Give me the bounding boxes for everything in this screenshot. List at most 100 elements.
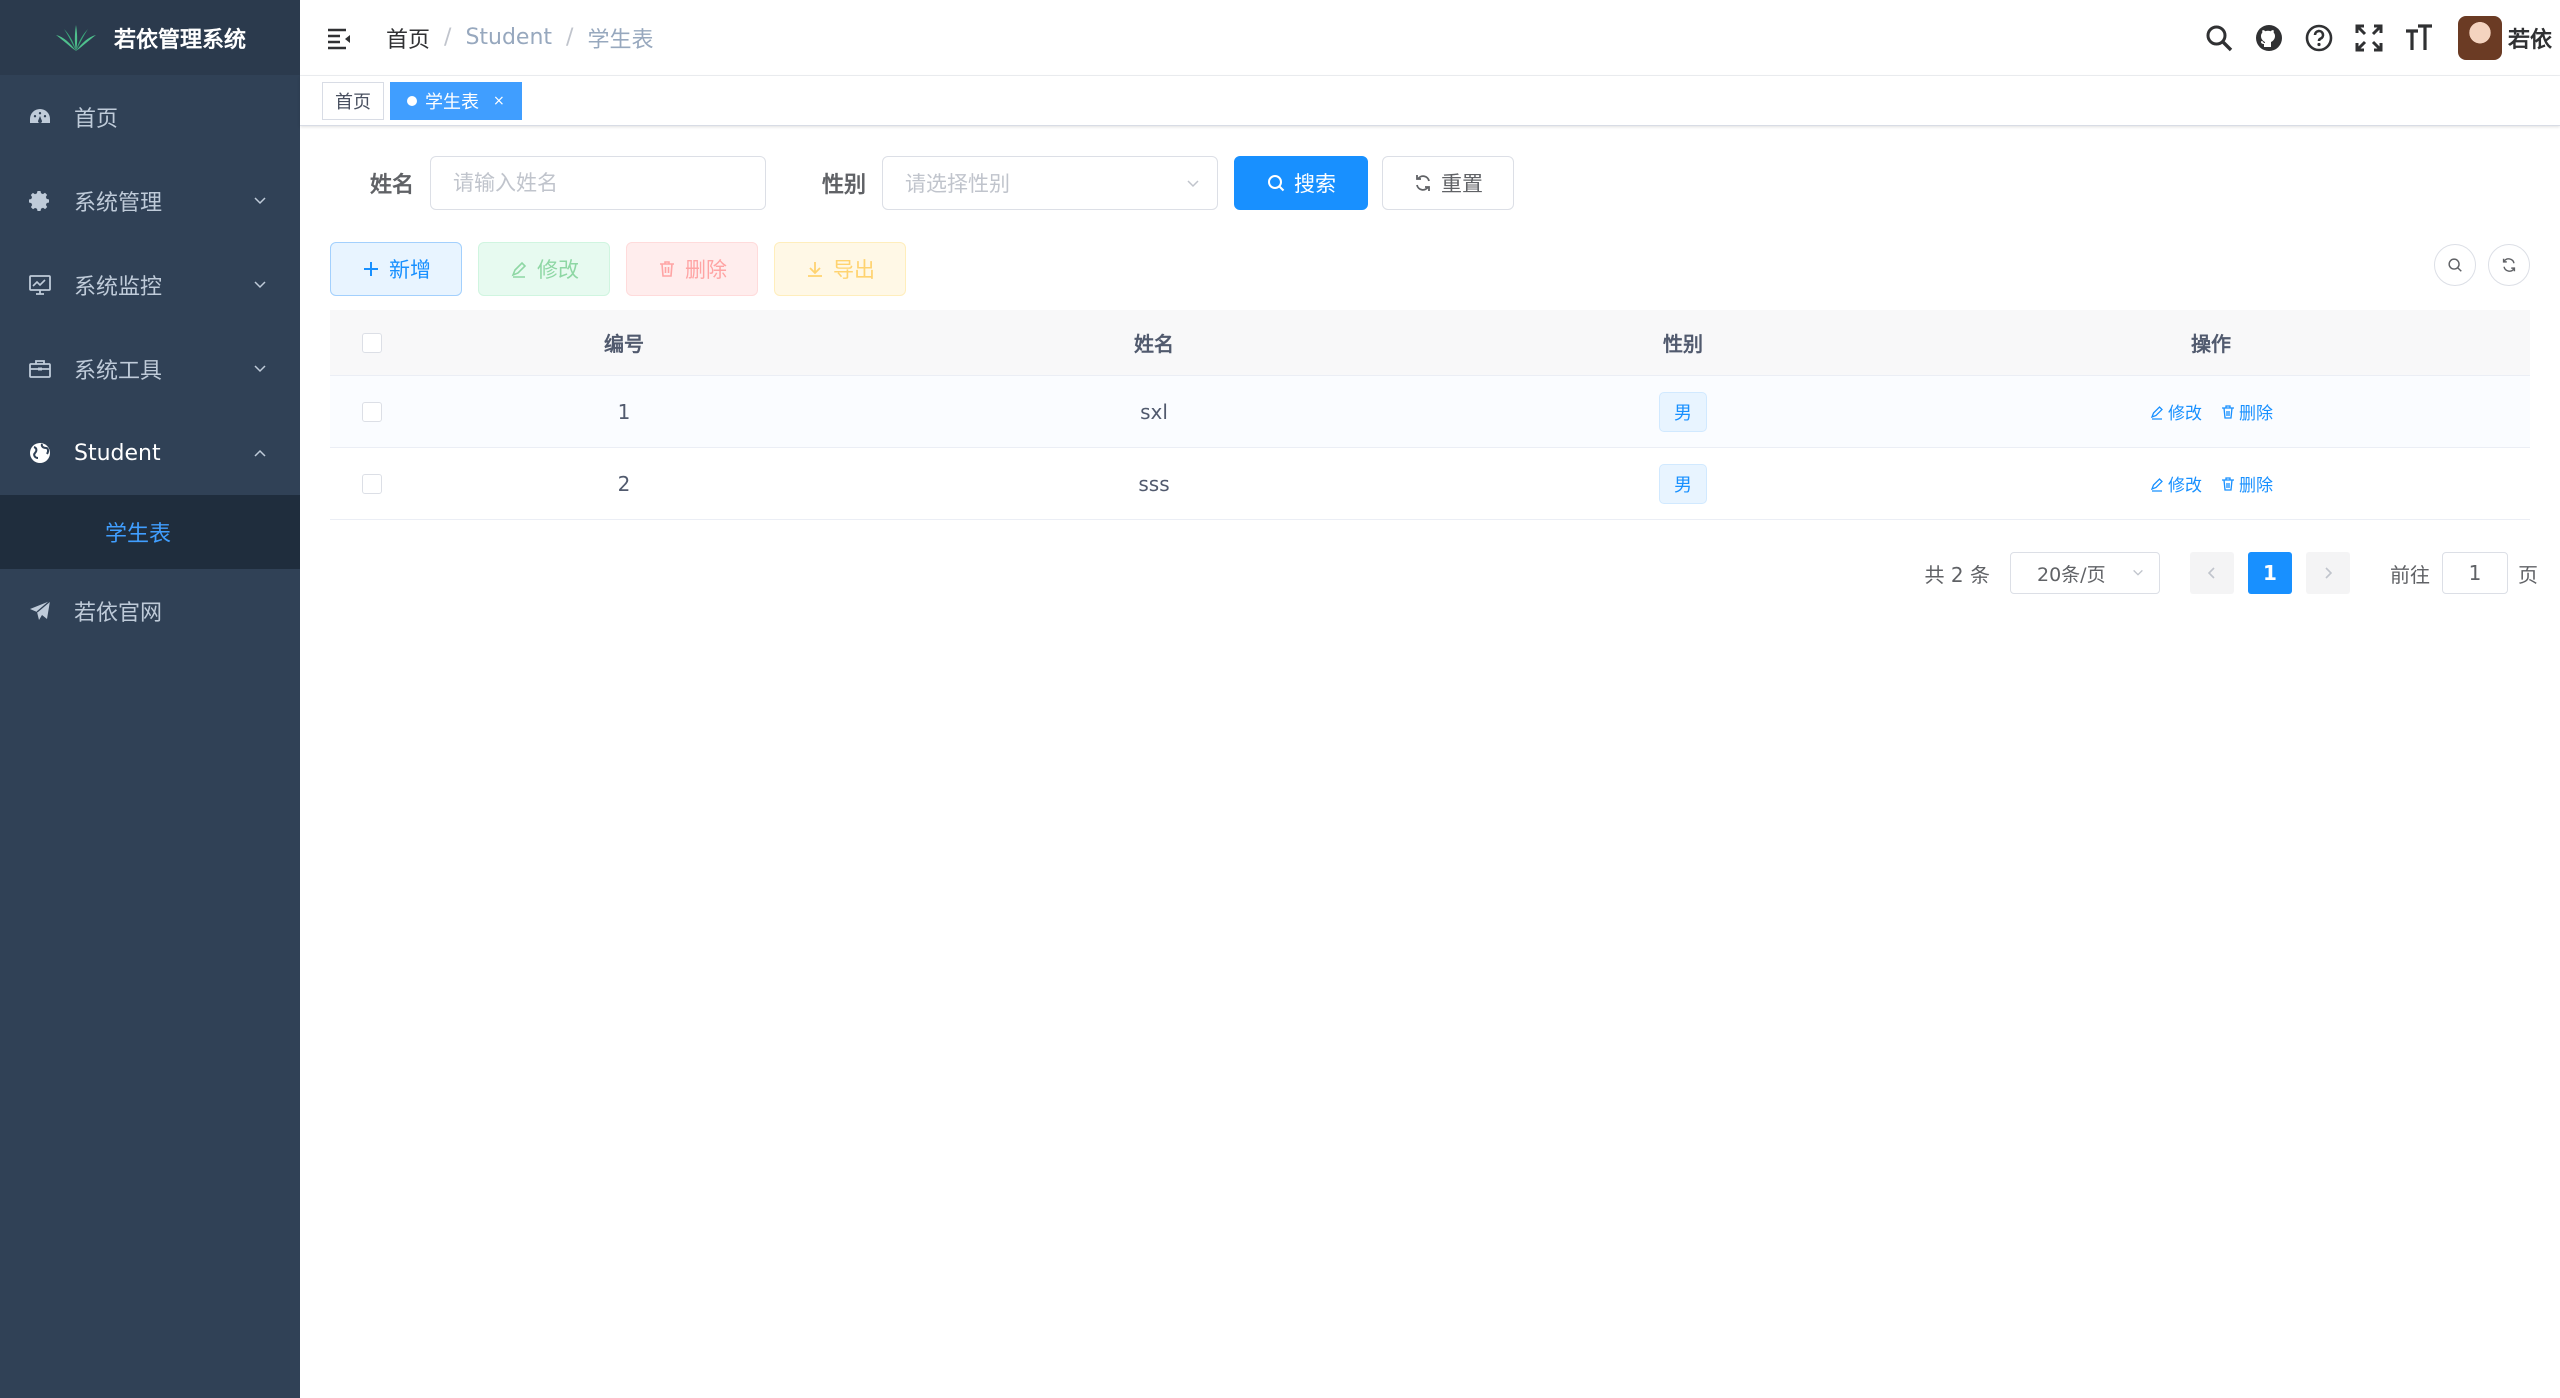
- download-icon: [805, 259, 825, 279]
- table-row[interactable]: 1 sxl 男 修改 删除: [330, 376, 2530, 448]
- cell-ops: 修改 删除: [1892, 399, 2530, 424]
- reset-button-label: 重置: [1441, 172, 1484, 196]
- sidebar: 若依管理系统 首页 系统管理 系统监控 系统工具 Student 学生表 若依官…: [0, 0, 300, 1398]
- row-delete-label: 删除: [2239, 404, 2273, 424]
- header-checkbox-cell: [330, 332, 414, 353]
- breadcrumb-item-home[interactable]: 首页: [386, 22, 430, 54]
- sidebar-item-ruoyi-website[interactable]: 若依官网: [0, 569, 300, 653]
- row-edit-label: 修改: [2168, 476, 2202, 496]
- page-size-select[interactable]: 20条/页: [2010, 552, 2160, 594]
- chevron-down-icon: [2133, 569, 2143, 576]
- breadcrumb: 首页 / Student / 学生表: [386, 22, 653, 54]
- sex-tag: 男: [1659, 391, 1707, 432]
- refresh-table-button[interactable]: [2488, 244, 2530, 286]
- select-all-checkbox[interactable]: [362, 332, 382, 353]
- delete-button-label: 删除: [685, 258, 727, 282]
- breadcrumb-item-current: 学生表: [587, 27, 654, 53]
- row-checkbox-cell: [330, 401, 414, 422]
- page-jumper: 前往 1 页: [2390, 552, 2538, 594]
- tag-home[interactable]: 首页: [322, 81, 384, 120]
- close-icon[interactable]: ×: [493, 93, 505, 109]
- cell-sex: 男: [1474, 463, 1892, 504]
- username[interactable]: 若依: [2508, 22, 2552, 54]
- cell-sex: 男: [1474, 391, 1892, 432]
- delete-button[interactable]: 删除: [626, 242, 758, 296]
- row-edit-link[interactable]: 修改: [2149, 399, 2202, 424]
- breadcrumb-separator: /: [566, 25, 574, 50]
- sidebar-item-label: 系统管理: [74, 191, 163, 216]
- search-icon: [1266, 173, 1286, 193]
- github-icon[interactable]: [2254, 23, 2284, 53]
- search-icon[interactable]: [2204, 23, 2234, 53]
- tag-label: 学生表: [425, 91, 479, 113]
- sidebar-item-student[interactable]: Student: [0, 411, 300, 495]
- font-size-icon[interactable]: [2404, 23, 2434, 53]
- search-button-label: 搜索: [1294, 172, 1337, 196]
- pagination-total: 共 2 条: [1924, 562, 1990, 587]
- table-row[interactable]: 2 sss 男 修改 删除: [330, 448, 2530, 520]
- main-content: 姓名 性别 请选择性别 搜索 重置 新增 修改 删除 导: [300, 126, 2560, 1398]
- edit-icon: [2149, 404, 2165, 420]
- toggle-search-button[interactable]: [2434, 244, 2476, 286]
- sidebar-subitem-label: 学生表: [105, 522, 172, 547]
- row-delete-label: 删除: [2239, 476, 2273, 496]
- export-button[interactable]: 导出: [774, 242, 906, 296]
- search-button[interactable]: 搜索: [1234, 156, 1369, 210]
- cell-ops: 修改 删除: [1892, 471, 2530, 496]
- paper-plane-icon: [28, 599, 52, 623]
- avatar[interactable]: [2457, 16, 2502, 60]
- chevron-down-icon: [254, 281, 266, 289]
- app-logo[interactable]: 若依管理系统: [0, 0, 300, 75]
- sidebar-item-label: 系统监控: [74, 275, 163, 300]
- action-toolbar: 新增 修改 删除 导出: [330, 242, 922, 296]
- sidebar-subitem-student-table[interactable]: 学生表: [0, 495, 300, 569]
- row-checkbox[interactable]: [362, 473, 382, 494]
- header-id: 编号: [604, 332, 644, 356]
- name-search-input[interactable]: [430, 156, 767, 210]
- goto-page-input[interactable]: 1: [2442, 552, 2508, 594]
- sidebar-item-system-monitor[interactable]: 系统监控: [0, 243, 300, 327]
- reset-button[interactable]: 重置: [1382, 156, 1515, 210]
- row-edit-label: 修改: [2168, 404, 2202, 424]
- edit-icon: [2149, 476, 2165, 492]
- row-delete-link[interactable]: 删除: [2220, 399, 2273, 424]
- pagination: 共 2 条 20条/页 1 前往 1 页: [1925, 552, 2538, 594]
- gear-icon: [28, 189, 52, 213]
- table-header-row: 编号 姓名 性别 操作: [330, 310, 2530, 376]
- logo-icon: [55, 24, 96, 51]
- sidebar-item-label: 首页: [74, 107, 119, 132]
- trash-icon: [657, 259, 677, 279]
- student-table: 编号 姓名 性别 操作 1 sxl 男 修改 删除 2 sss 男 修改 删除: [330, 310, 2530, 520]
- edit-button[interactable]: 修改: [478, 242, 610, 296]
- add-button[interactable]: 新增: [330, 242, 462, 296]
- name-label: 姓名: [370, 173, 415, 198]
- trash-icon: [2220, 404, 2236, 420]
- page-number-current[interactable]: 1: [2248, 552, 2292, 594]
- help-icon[interactable]: [2304, 23, 2334, 53]
- breadcrumb-separator: /: [444, 25, 452, 50]
- sidebar-item-home[interactable]: 首页: [0, 75, 300, 159]
- hamburger-icon[interactable]: [326, 25, 352, 51]
- tag-student-table[interactable]: 学生表 ×: [390, 81, 522, 120]
- cell-name: sxl: [1140, 399, 1168, 424]
- sex-select[interactable]: 请选择性别: [882, 156, 1219, 210]
- sidebar-item-system-management[interactable]: 系统管理: [0, 159, 300, 243]
- sidebar-item-system-tools[interactable]: 系统工具: [0, 327, 300, 411]
- cell-name: sss: [1138, 471, 1170, 496]
- row-delete-link[interactable]: 删除: [2220, 471, 2273, 496]
- refresh-icon: [2502, 258, 2516, 272]
- export-button-label: 导出: [833, 258, 875, 282]
- next-page-button[interactable]: [2306, 552, 2350, 594]
- goto-label: 前往: [2390, 562, 2430, 587]
- add-button-label: 新增: [389, 258, 431, 282]
- row-checkbox[interactable]: [362, 401, 382, 422]
- refresh-icon: [1413, 173, 1433, 193]
- cell-id: 1: [617, 399, 631, 424]
- sex-label: 性别: [822, 173, 867, 198]
- row-edit-link[interactable]: 修改: [2149, 471, 2202, 496]
- page-suffix: 页: [2518, 562, 2538, 587]
- prev-page-button[interactable]: [2190, 552, 2234, 594]
- fullscreen-icon[interactable]: [2354, 23, 2384, 53]
- search-icon: [2448, 258, 2462, 272]
- trash-icon: [2220, 476, 2236, 492]
